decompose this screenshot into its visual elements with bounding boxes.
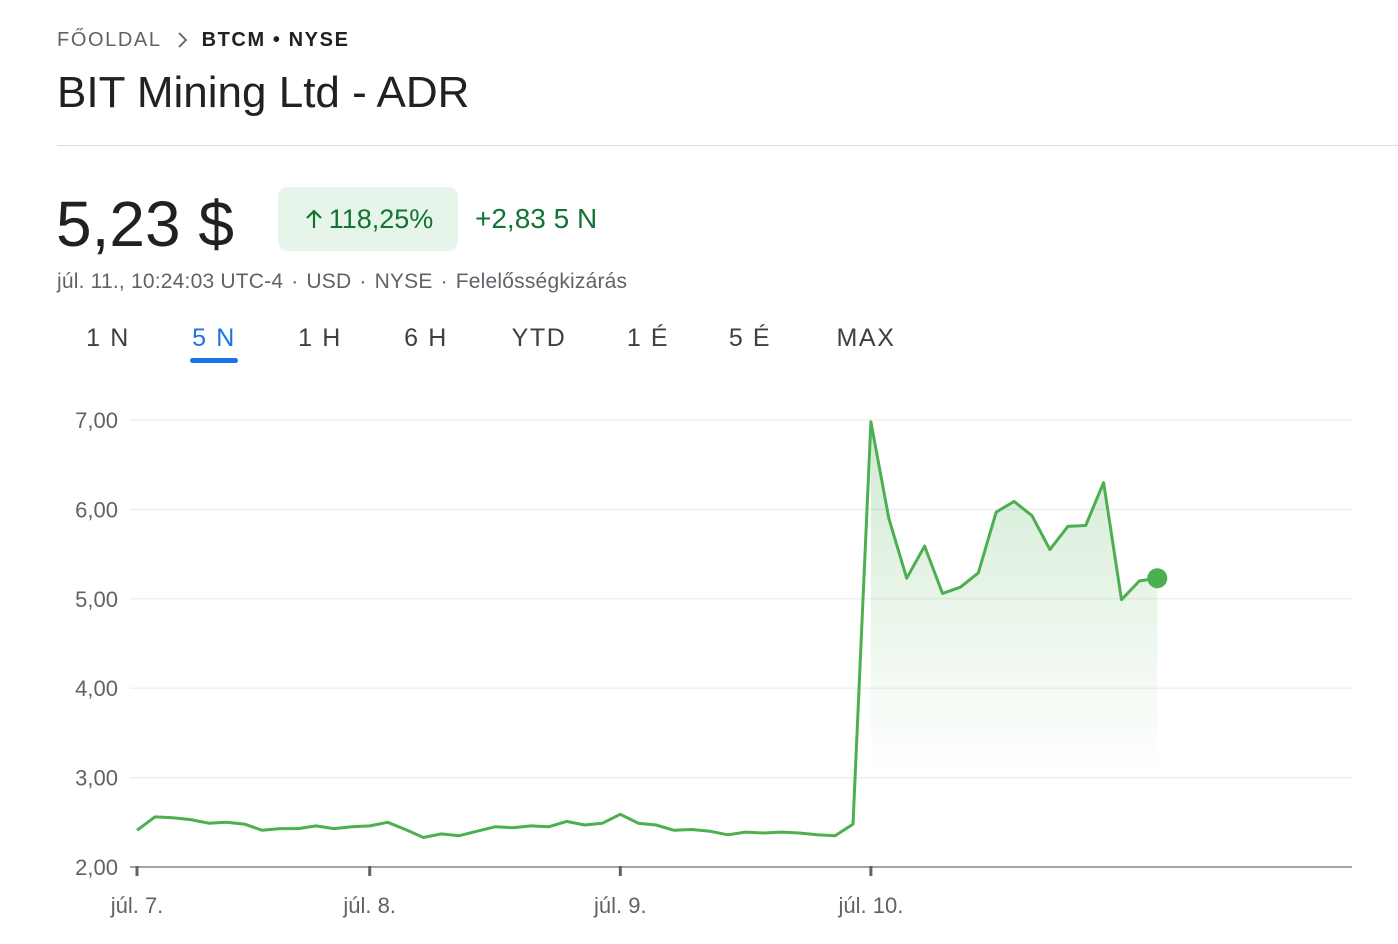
quote-meta: júl. 11., 10:24:03 UTC-4 · USD · NYSE · Felelő…: [57, 270, 627, 294]
tab-1-year[interactable]: 1 É: [627, 318, 669, 358]
tab-1-month[interactable]: 1 H: [298, 318, 342, 358]
tab-5-days[interactable]: 5 N: [192, 318, 236, 358]
y-tick-label: 3,00: [75, 766, 118, 791]
tab-max[interactable]: MAX: [837, 318, 896, 358]
last-price-point: [1147, 568, 1168, 589]
range-tabs: 1 N 5 N 1 H 6 H YTD 1 É 5 É MAX: [0, 318, 1000, 368]
quote-currency: USD: [306, 270, 352, 293]
price-area-fill: [870, 421, 1158, 777]
x-tick-label: júl. 10.: [837, 893, 903, 918]
tab-6-months[interactable]: 6 H: [404, 318, 448, 358]
tab-5-years[interactable]: 5 É: [729, 318, 771, 358]
disclaimer-link[interactable]: Felelősségkizárás: [456, 270, 627, 293]
x-tick-label: júl. 7.: [110, 893, 164, 918]
meta-separator: ·: [291, 270, 299, 293]
page-title: BIT Mining Ltd - ADR: [57, 68, 470, 117]
selected-tab-underline: [190, 358, 238, 363]
tab-ytd[interactable]: YTD: [512, 318, 567, 358]
current-price: 5,23 $: [56, 188, 234, 260]
change-absolute: +2,83 5 N: [475, 203, 598, 234]
breadcrumb-home-link[interactable]: Főoldal: [57, 29, 162, 52]
quote-timestamp: júl. 11., 10:24:03 UTC-4: [57, 270, 284, 293]
x-tick-label: júl. 9.: [593, 893, 647, 918]
arrow-up-icon: [305, 209, 322, 228]
y-tick-label: 2,00: [75, 855, 118, 880]
price-chart[interactable]: 2,00 3,00 4,00 5,00 6,00 7,00 júl. 7. júl. 8. jú…: [0, 390, 1398, 944]
y-tick-label: 5,00: [75, 587, 118, 612]
quote-exchange: NYSE: [374, 270, 433, 293]
y-tick-label: 7,00: [75, 408, 118, 433]
chevron-right-icon: [177, 32, 187, 48]
y-tick-label: 6,00: [75, 497, 118, 522]
y-tick-label: 4,00: [75, 676, 118, 701]
breadcrumb: Főoldal BTCM • NYSE: [57, 28, 350, 52]
meta-separator: ·: [359, 270, 367, 293]
change-percent-badge: 118,25%: [278, 187, 458, 251]
change-percent-value: 118,25%: [328, 203, 434, 234]
breadcrumb-current: BTCM • NYSE: [201, 28, 350, 51]
meta-separator: ·: [440, 270, 448, 293]
tab-1-day[interactable]: 1 N: [86, 318, 130, 358]
x-tick-label: júl. 8.: [342, 893, 396, 918]
header-divider: [57, 145, 1398, 146]
